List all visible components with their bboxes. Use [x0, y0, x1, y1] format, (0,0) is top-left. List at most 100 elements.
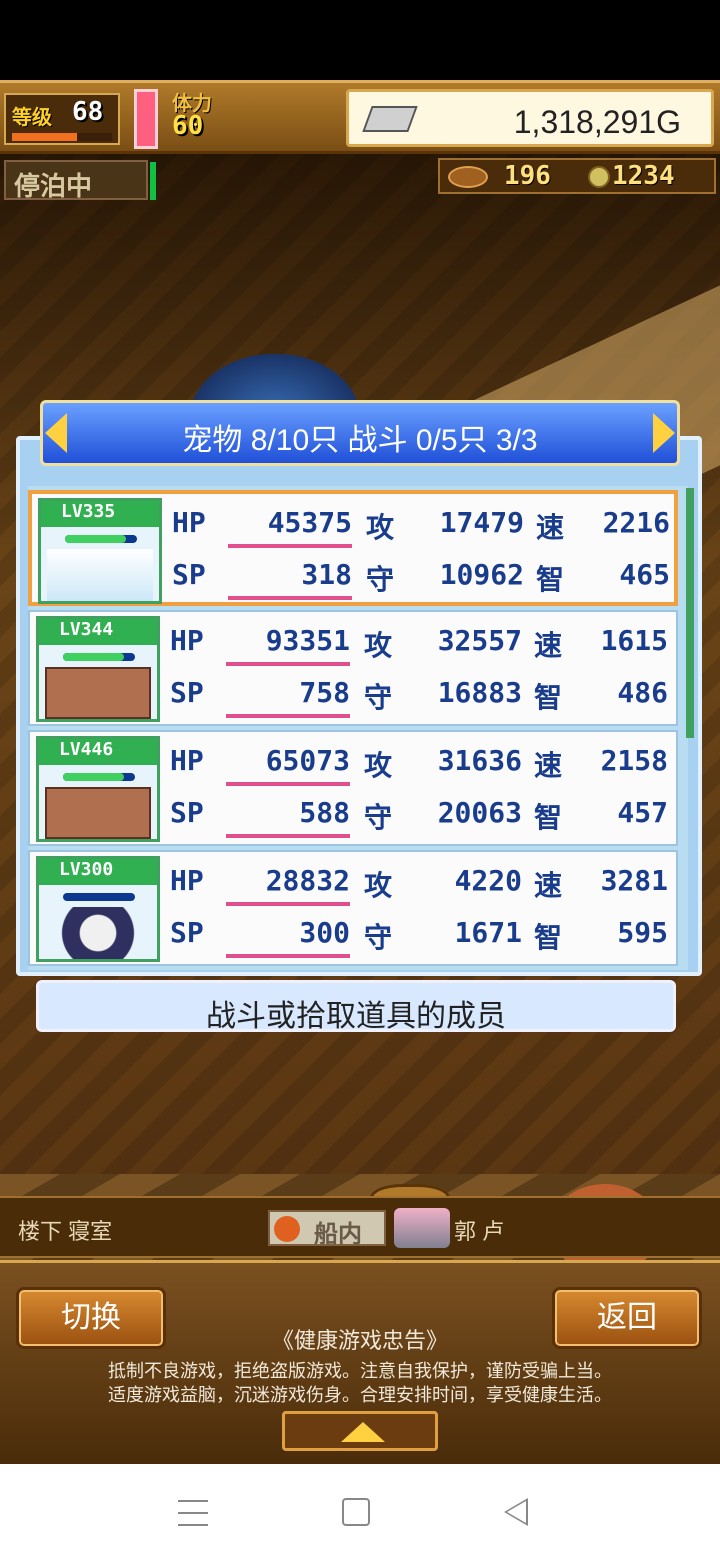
- hp-label: HP: [172, 506, 206, 539]
- home-icon[interactable]: [342, 1498, 370, 1526]
- pet-level: LV335: [41, 501, 159, 527]
- pet-sprite: [47, 549, 153, 601]
- def-label: 守: [364, 801, 393, 834]
- hp-label: HP: [170, 624, 204, 657]
- spd-label: 速: [534, 629, 563, 662]
- sp-label: SP: [170, 916, 204, 949]
- level-value: 68: [72, 97, 104, 127]
- pet-level: LV344: [39, 619, 157, 645]
- hp-label: HP: [170, 864, 204, 897]
- health-notice-title: 《健康游戏忠告》: [271, 1328, 448, 1353]
- hp-underline: [226, 782, 350, 786]
- pet-list-scrollbar[interactable]: [686, 488, 694, 738]
- pet-hp-bar: [63, 893, 135, 901]
- pet-level: LV446: [39, 739, 157, 765]
- pet-int: 465: [619, 558, 670, 591]
- pet-sp: 318: [301, 558, 352, 591]
- pet-def: 16883: [437, 676, 522, 709]
- pet-sp: 300: [299, 916, 350, 949]
- pet-def: 10962: [439, 558, 524, 591]
- bottom-panel: 切换 返回 《健康游戏忠告》 抵制不良游戏，拒绝盗版游戏。注意自我保护，谨防受骗…: [0, 1260, 720, 1464]
- android-nav-bar: [0, 1464, 720, 1563]
- triangle-up-icon: [341, 1422, 385, 1442]
- location-strip: 楼下 寝室 船内 郭 卢: [0, 1196, 720, 1258]
- status-indicator: [150, 162, 156, 200]
- spd-label: 速: [536, 511, 565, 544]
- pet-int: 486: [617, 676, 668, 709]
- pet-sp: 758: [299, 676, 350, 709]
- pet-atk: 4220: [454, 864, 522, 897]
- atk-label: 攻: [364, 869, 393, 902]
- pet-row[interactable]: LV344 HP 93351 SP 758 攻 32557 守 16883 速 1615 智 486: [28, 610, 678, 726]
- pet-def: 1671: [454, 916, 522, 949]
- pet-dialog-caption: 战斗或拾取道具的成员: [36, 980, 676, 1033]
- pet-portrait: LV446: [36, 736, 160, 842]
- pet-hp-bar-fill: [65, 535, 127, 543]
- pet-portrait: LV344: [36, 616, 160, 722]
- pet-int: 595: [617, 916, 668, 949]
- int-label: 智: [534, 921, 563, 954]
- pet-hp-bar-fill: [63, 653, 125, 661]
- health-notice-line-1: 抵制不良游戏，拒绝盗版游戏。注意自我保护，谨防受骗上当。: [108, 1361, 612, 1381]
- pet-sp: 588: [299, 796, 350, 829]
- pet-hp-bar: [65, 535, 137, 543]
- pet-hp-bar-fill: [63, 773, 125, 781]
- crew-avatar: [394, 1208, 450, 1248]
- pin-icon: [274, 1216, 300, 1242]
- exp-bar: [12, 133, 112, 141]
- pet-atk: 32557: [437, 624, 522, 657]
- level-panel: 等级 68: [4, 93, 120, 145]
- fish-icon: [448, 166, 488, 188]
- pet-dialog-header: 宠物 8/10只 战斗 0/5只 3/3: [40, 400, 680, 466]
- pet-level: LV300: [39, 859, 157, 885]
- def-label: 守: [366, 563, 395, 596]
- location-tag[interactable]: 船内: [268, 1210, 386, 1248]
- pet-spd: 2158: [600, 744, 668, 777]
- sp-label: SP: [170, 796, 204, 829]
- hp-underline: [226, 662, 350, 666]
- pet-hp: 28832: [265, 864, 350, 897]
- sp-underline: [228, 596, 352, 600]
- pet-dialog-title: 宠物 8/10只 战斗 0/5只 3/3: [182, 424, 538, 457]
- pet-def: 20063: [437, 796, 522, 829]
- pet-list[interactable]: LV335 HP 45375 SP 318 攻 17479 守 10962 速 2216 智 465 LV…: [28, 486, 688, 970]
- caption-text: 战斗或拾取道具的成员: [206, 1000, 506, 1033]
- sp-underline: [226, 714, 350, 718]
- stamina-gauge: [134, 89, 158, 149]
- menu-icon[interactable]: [178, 1500, 208, 1526]
- pet-hp: 93351: [265, 624, 350, 657]
- def-label: 守: [364, 681, 393, 714]
- pet-spd: 1615: [600, 624, 668, 657]
- sp-underline: [226, 834, 350, 838]
- exp-bar-fill: [12, 133, 77, 141]
- moored-status: 停泊中: [4, 160, 148, 202]
- hp-underline: [226, 902, 350, 906]
- pet-row[interactable]: LV446 HP 65073 SP 588 攻 31636 守 20063 速 2158 智 457: [28, 730, 678, 846]
- pet-dialog-body: LV335 HP 45375 SP 318 攻 17479 守 10962 速 2216 智 465 LV…: [16, 436, 702, 976]
- back-icon[interactable]: [504, 1498, 528, 1526]
- location-tag-label: 船内: [314, 1220, 362, 1248]
- pet-atk: 31636: [437, 744, 522, 777]
- expand-button[interactable]: [282, 1411, 438, 1451]
- pet-sprite: [45, 787, 151, 839]
- gold-panel: 1,318,291G: [346, 89, 714, 147]
- atk-label: 攻: [364, 629, 393, 662]
- spd-label: 速: [534, 749, 563, 782]
- top-hud: 等级 68 体力 60 1,318,291G: [0, 80, 720, 154]
- location-crew: 郭 卢: [454, 1219, 505, 1244]
- int-label: 智: [536, 563, 565, 596]
- system-status-area: [0, 0, 720, 80]
- hp-label: HP: [170, 744, 204, 777]
- sp-label: SP: [172, 558, 206, 591]
- pet-row[interactable]: LV335 HP 45375 SP 318 攻 17479 守 10962 速 2216 智 465: [28, 490, 678, 606]
- resource2-value: 1234: [612, 161, 675, 191]
- next-page-icon[interactable]: [653, 413, 675, 453]
- pet-hp: 65073: [265, 744, 350, 777]
- pet-portrait: LV300: [36, 856, 160, 962]
- pet-spd: 2216: [602, 506, 670, 539]
- pet-portrait: LV335: [38, 498, 162, 604]
- stamina-value: 60: [172, 111, 204, 141]
- resource1-value: 196: [504, 161, 551, 191]
- pet-row[interactable]: LV300 HP 28832 SP 300 攻 4220 守 1671 速 3281 智 595: [28, 850, 678, 966]
- pet-spd: 3281: [600, 864, 668, 897]
